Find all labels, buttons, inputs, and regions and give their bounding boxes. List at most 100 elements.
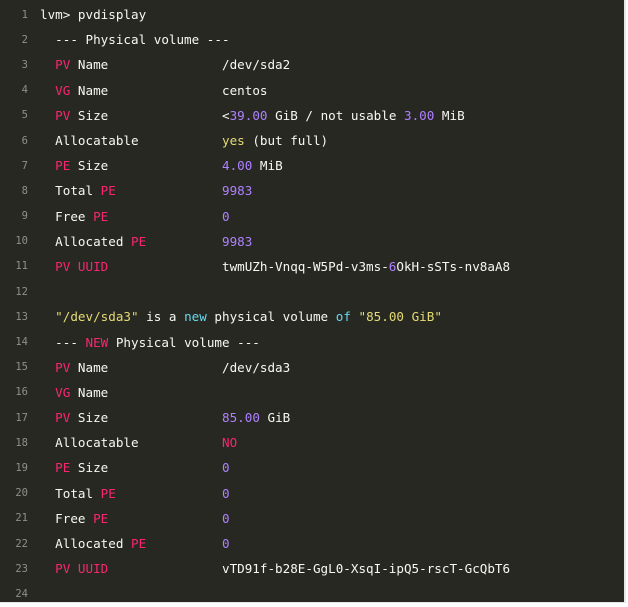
line-content: lvm> pvdisplay (40, 7, 624, 22)
code-token: GiB (259, 410, 291, 426)
code-line: 5 PV Size <39.00 GiB / not usable 3.00 M… (0, 103, 624, 128)
line-content: PE Size 4.00 MiB (40, 158, 624, 173)
code-line: 7 PE Size 4.00 MiB (0, 153, 624, 178)
code-line: 19 PE Size 0 (0, 455, 624, 480)
code-token: PE (93, 510, 109, 526)
code-token: OkH-sSTs-nv8aA8 (396, 258, 511, 274)
code-token: MiB (434, 107, 465, 123)
code-line: 22 Allocated PE 0 (0, 531, 624, 556)
line-content: Free PE 0 (40, 209, 624, 224)
code-line: 2 --- Physical volume --- (0, 27, 624, 52)
code-token: 39.00 (229, 107, 268, 123)
code-line: 12 (0, 279, 624, 304)
line-number: 11 (15, 260, 28, 273)
code-token: Allocatable (40, 435, 222, 451)
code-line: 16 VG Name (0, 380, 624, 405)
line-content: Allocatable yes (but full) (40, 133, 624, 148)
line-number: 4 (21, 84, 28, 97)
code-line: 21 Free PE 0 (0, 506, 624, 531)
code-token: Name /dev/sda2 (70, 57, 291, 73)
code-token: Name (70, 384, 109, 400)
code-token: is a (138, 309, 185, 325)
code-token: Total (40, 183, 101, 199)
code-token: PV UUID (55, 258, 109, 274)
code-token: PE (55, 158, 71, 174)
code-token: Size < (70, 107, 230, 123)
line-content: VG Name centos (40, 83, 624, 98)
code-token: "/dev/sda3" (55, 309, 139, 325)
code-token: Size (70, 158, 222, 174)
code-line: 18 Allocatable NO (0, 430, 624, 455)
line-number: 3 (21, 58, 28, 71)
code-token: PV (55, 57, 71, 73)
line-content: Allocatable NO (40, 435, 624, 450)
code-token: physical volume (206, 309, 336, 325)
code-token: PE (93, 208, 109, 224)
code-token: PE (131, 233, 147, 249)
code-token: Free (40, 208, 94, 224)
line-number: 19 (15, 461, 28, 474)
code-token: (but full) (244, 133, 329, 149)
line-content: PV Size 85.00 GiB (40, 410, 624, 425)
code-token: NEW (85, 334, 109, 350)
line-number: 1 (21, 8, 28, 21)
code-line: 24 (0, 581, 624, 606)
code-token: PV UUID (55, 561, 109, 577)
code-token: Allocatable (40, 133, 222, 149)
code-token: PE (100, 485, 116, 501)
code-line: 14 --- NEW Physical volume --- (0, 329, 624, 354)
code-token: 0 (221, 510, 230, 526)
code-token: 9983 (222, 233, 253, 249)
line-number: 21 (15, 512, 28, 525)
code-line: 6 Allocatable yes (but full) (0, 128, 624, 153)
line-content: VG Name (40, 385, 624, 400)
line-number: 24 (15, 587, 28, 600)
line-content: Free PE 0 (40, 511, 624, 526)
line-content: Total PE 0 (40, 486, 624, 501)
code-token: Allocated (40, 233, 131, 249)
code-token: vTD91f-b28E-GgL0-XsqI-ipQ5-rscT-GcQbT6 (108, 561, 511, 577)
code-token: --- (40, 334, 86, 350)
code-token: MiB (252, 158, 283, 174)
code-token: PV (55, 359, 71, 375)
line-number: 6 (21, 134, 28, 147)
line-number: 23 (15, 562, 28, 575)
code-token: Name /dev/sda3 (70, 359, 291, 375)
code-line: 20 Total PE 0 (0, 481, 624, 506)
code-token: PV (55, 410, 71, 426)
line-content: --- Physical volume --- (40, 32, 624, 47)
code-token: PE (131, 536, 147, 552)
line-number: 12 (15, 285, 28, 298)
line-content: --- NEW Physical volume --- (40, 335, 624, 350)
line-content: PV Size <39.00 GiB / not usable 3.00 MiB (40, 108, 624, 123)
code-token: Size (70, 410, 222, 426)
code-token: 0 (221, 208, 230, 224)
code-token: Total (40, 485, 101, 501)
line-content: Allocated PE 0 (40, 536, 624, 551)
code-line: 10 Allocated PE 9983 (0, 229, 624, 254)
code-token: 0 (222, 485, 230, 501)
code-line: 15 PV Name /dev/sda3 (0, 355, 624, 380)
code-token: NO (221, 435, 238, 451)
line-content: Allocated PE 9983 (40, 234, 624, 249)
line-content: "/dev/sda3" is a new physical volume of … (40, 309, 624, 324)
line-number: 18 (15, 436, 28, 449)
code-token: 4.00 (222, 158, 253, 174)
code-line: 8 Total PE 9983 (0, 178, 624, 203)
code-line: 1 lvm> pvdisplay (0, 2, 624, 27)
code-line: 11 PV UUID twmUZh-Vnqq-W5Pd-v3ms-6OkH-sS… (0, 254, 624, 279)
